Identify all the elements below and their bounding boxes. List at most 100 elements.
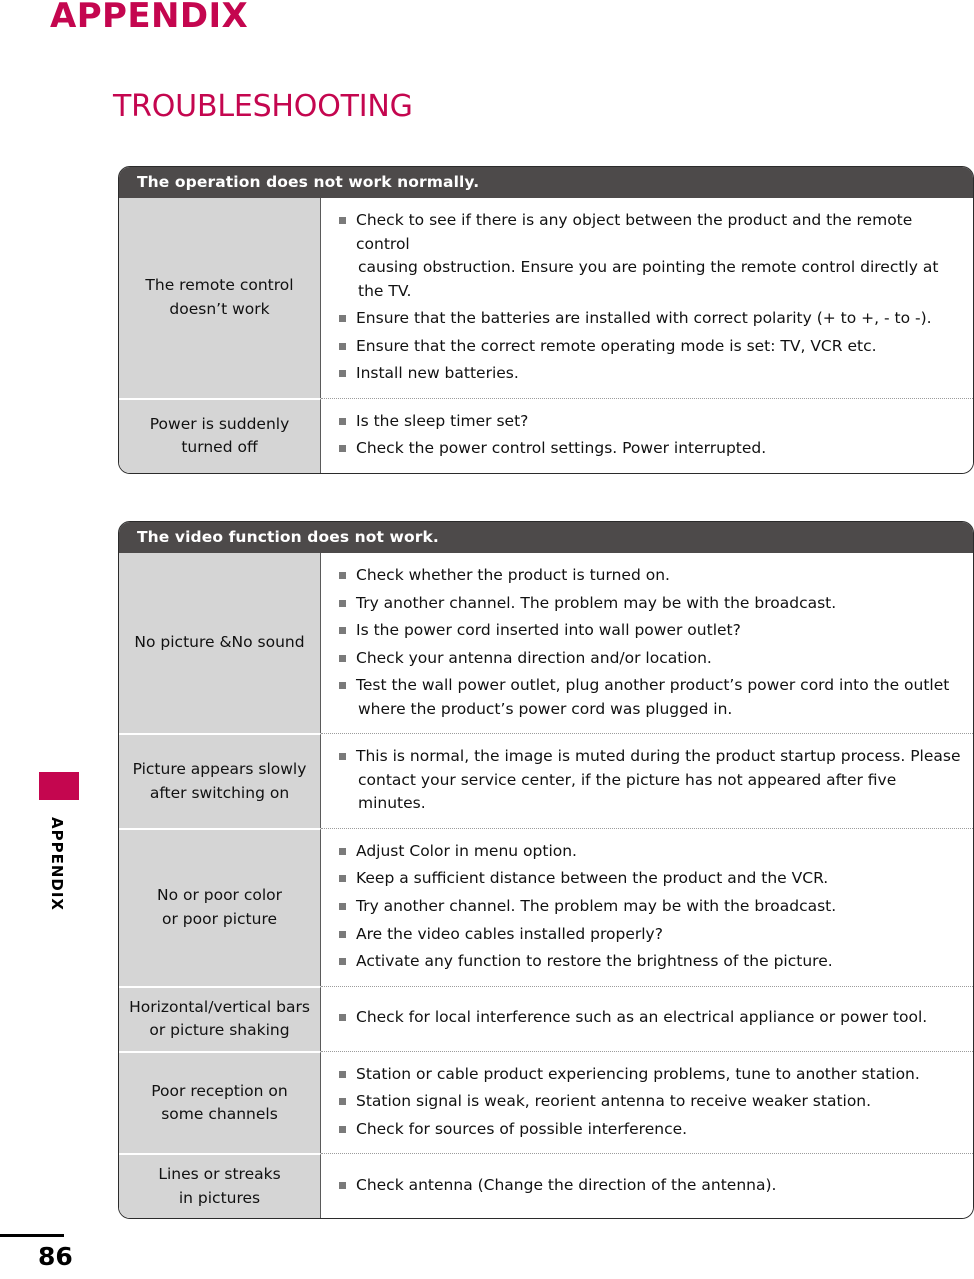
- symptom-text: turned off: [181, 438, 258, 457]
- table-row: Power is suddenly turned off Is the sleep …: [119, 397, 973, 473]
- square-bullet-icon: [339, 654, 346, 662]
- remedy-text: Is the power cord inserted into wall pow…: [356, 621, 741, 640]
- symptom-text: Horizontal/vertical bars: [129, 997, 310, 1016]
- page-number: 86: [38, 1242, 73, 1271]
- side-tab-label: APPENDIX: [48, 817, 66, 911]
- remedy-cell: Adjust Color in menu option. Keep a suffi…: [321, 827, 973, 986]
- remedy-text: Ensure that the correct remote operating…: [356, 336, 877, 355]
- remedy-text: Activate any function to restore the bri…: [356, 952, 833, 971]
- square-bullet-icon: [339, 1014, 346, 1022]
- remedy-item: Is the sleep timer set?: [339, 410, 961, 434]
- remedy-cell: This is normal, the image is muted durin…: [321, 733, 973, 828]
- table-header: The video function does not work.: [119, 522, 973, 553]
- remedy-item: Adjust Color in menu option.: [339, 840, 961, 864]
- remedy-item: Ensure that the batteries are installed …: [339, 307, 961, 331]
- remedy-cell: Check antenna (Change the direction of t…: [321, 1153, 973, 1218]
- remedy-item: Check for sources of possible interferen…: [339, 1118, 961, 1142]
- remedy-item: Check your antenna direction and/or loca…: [339, 647, 961, 671]
- remedy-text: Install new batteries.: [356, 364, 519, 383]
- remedy-text-continued: causing obstruction. Ensure you are poin…: [358, 258, 939, 300]
- symptom-cell: The remote control doesn’t work: [119, 198, 321, 398]
- symptom-cell: Power is suddenly turned off: [119, 397, 321, 473]
- symptom-text: doesn’t work: [169, 299, 270, 318]
- square-bullet-icon: [339, 1125, 346, 1133]
- symptom-cell: Lines or streaks in pictures: [119, 1153, 321, 1219]
- remedy-text: Try another channel. The problem may be …: [356, 897, 837, 916]
- symptom-text: some channels: [161, 1105, 278, 1124]
- remedy-cell: Check to see if there is any object betw…: [321, 198, 973, 398]
- table-row: Poor reception on some channels Station or…: [119, 1050, 973, 1154]
- symptom-text: The remote control: [145, 276, 294, 295]
- remedy-text: Station or cable product experiencing pr…: [356, 1064, 920, 1083]
- table-row: Picture appears slowly after switching on…: [119, 733, 973, 828]
- remedy-cell: Check for local interference such as an …: [321, 985, 973, 1051]
- symptom-cell: No picture &No sound: [119, 553, 321, 734]
- symptom-text: in pictures: [178, 1188, 261, 1207]
- remedy-text: Check the power control settings. Power …: [356, 439, 767, 458]
- troubleshooting-table-video: The video function does not work. No pic…: [118, 521, 974, 1220]
- symptom-text: Lines or streaks: [158, 1165, 281, 1184]
- square-bullet-icon: [339, 627, 346, 635]
- remedy-item: Check for local interference such as an …: [339, 1006, 961, 1030]
- remedy-text: Are the video cables installed properly?: [356, 924, 663, 943]
- square-bullet-icon: [339, 930, 346, 938]
- remedy-cell: Is the sleep timer set? Check the power c…: [321, 397, 973, 473]
- square-bullet-icon: [339, 342, 346, 350]
- remedy-item: Install new batteries.: [339, 362, 961, 386]
- symptom-text: Poor reception on: [151, 1081, 288, 1100]
- remedy-text: Try another channel. The problem may be …: [356, 593, 837, 612]
- symptom-text: or poor picture: [161, 909, 278, 928]
- symptom-text: Power is suddenly: [149, 414, 290, 433]
- symptom-cell: No or poor color or poor picture: [119, 827, 321, 986]
- remedy-item: Test the wall power outlet, plug another…: [339, 674, 961, 721]
- remedy-item: Is the power cord inserted into wall pow…: [339, 619, 961, 643]
- remedy-item: Check to see if there is any object betw…: [339, 209, 961, 303]
- square-bullet-icon: [339, 572, 346, 579]
- remedy-item: Station or cable product experiencing pr…: [339, 1063, 961, 1087]
- remedy-text: Check your antenna direction and/or loca…: [356, 648, 712, 667]
- symptom-text: No picture &No sound: [134, 633, 305, 652]
- remedy-text: Keep a sufficient distance between the p…: [356, 869, 829, 888]
- remedy-text-continued: contact your service center, if the pict…: [358, 770, 897, 813]
- square-bullet-icon: [339, 875, 346, 883]
- square-bullet-icon: [339, 370, 346, 378]
- remedy-item: Keep a sufficient distance between the p…: [339, 867, 961, 891]
- remedy-text: Check whether the product is turned on.: [356, 566, 670, 584]
- side-tab-marker: [39, 772, 79, 800]
- table-row: The remote control doesn’t work Check to s…: [119, 198, 973, 398]
- remedy-item: Try another channel. The problem may be …: [339, 592, 961, 616]
- symptom-text: Picture appears slowly: [132, 760, 307, 779]
- symptom-text: after switching on: [149, 783, 290, 802]
- remedy-item: Try another channel. The problem may be …: [339, 895, 961, 919]
- remedy-item: Ensure that the correct remote operating…: [339, 335, 961, 359]
- square-bullet-icon: [339, 847, 346, 855]
- troubleshooting-table-operation: The operation does not work normally. Th…: [118, 166, 974, 474]
- square-bullet-icon: [339, 1098, 346, 1106]
- remedy-cell: Station or cable product experiencing pr…: [321, 1050, 973, 1154]
- footer-rule: [0, 1234, 64, 1237]
- square-bullet-icon: [339, 417, 346, 425]
- square-bullet-icon: [339, 1182, 346, 1190]
- remedy-text: Check antenna (Change the direction of t…: [356, 1176, 777, 1195]
- remedy-item: Are the video cables installed properly?: [339, 923, 961, 947]
- symptom-text: No or poor color: [156, 886, 283, 905]
- square-bullet-icon: [339, 599, 346, 607]
- remedy-text: This is normal, the image is muted durin…: [356, 747, 961, 766]
- remedy-item: Check the power control settings. Power …: [339, 437, 961, 461]
- square-bullet-icon: [339, 958, 346, 966]
- table-body: The remote control doesn’t work Check to s…: [119, 198, 973, 473]
- section-title: TROUBLESHOOTING: [113, 89, 413, 124]
- remedy-text: Test the wall power outlet, plug another…: [356, 676, 950, 695]
- table-body: No picture &No sound Check whether the pr…: [119, 553, 973, 1219]
- remedy-item: Activate any function to restore the bri…: [339, 950, 961, 974]
- page-title: APPENDIX: [50, 0, 249, 36]
- table-row: No or poor color or poor picture Adjust Co…: [119, 827, 973, 986]
- remedy-item: Check whether the product is turned on.: [339, 564, 961, 588]
- remedy-text: Check for local interference such as an …: [356, 1008, 928, 1027]
- remedy-text: Check to see if there is any object betw…: [356, 211, 913, 253]
- table-row: Horizontal/vertical bars or picture shaki…: [119, 985, 973, 1051]
- remedy-text: Is the sleep timer set?: [356, 411, 529, 430]
- square-bullet-icon: [339, 315, 346, 323]
- square-bullet-icon: [339, 903, 346, 911]
- square-bullet-icon: [339, 1070, 346, 1078]
